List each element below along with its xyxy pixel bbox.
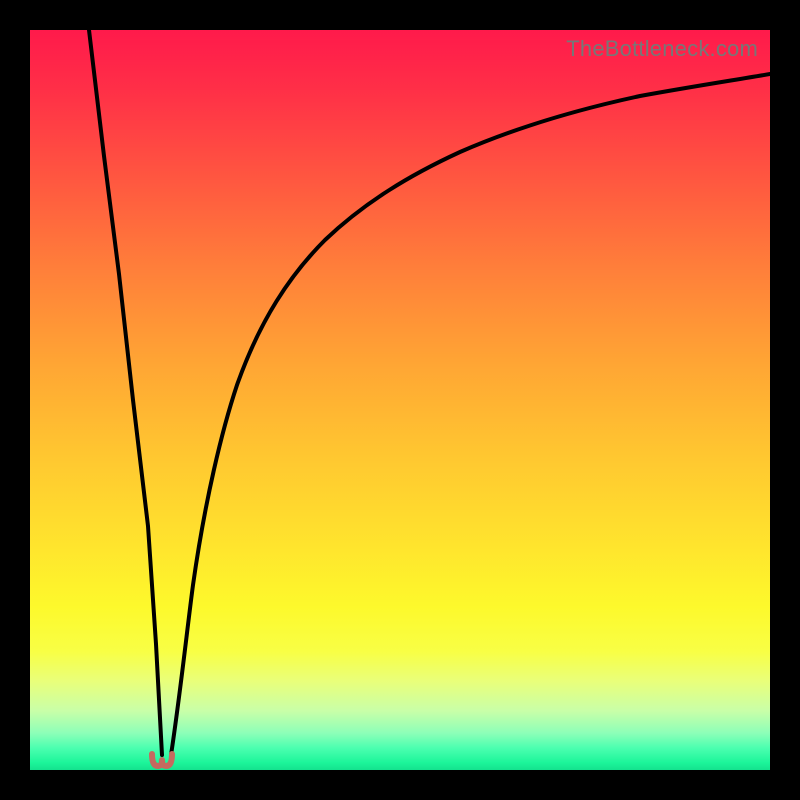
chart-frame: TheBottleneck.com: [0, 0, 800, 800]
bottleneck-curve: [30, 30, 770, 770]
plot-area: TheBottleneck.com: [30, 30, 770, 770]
